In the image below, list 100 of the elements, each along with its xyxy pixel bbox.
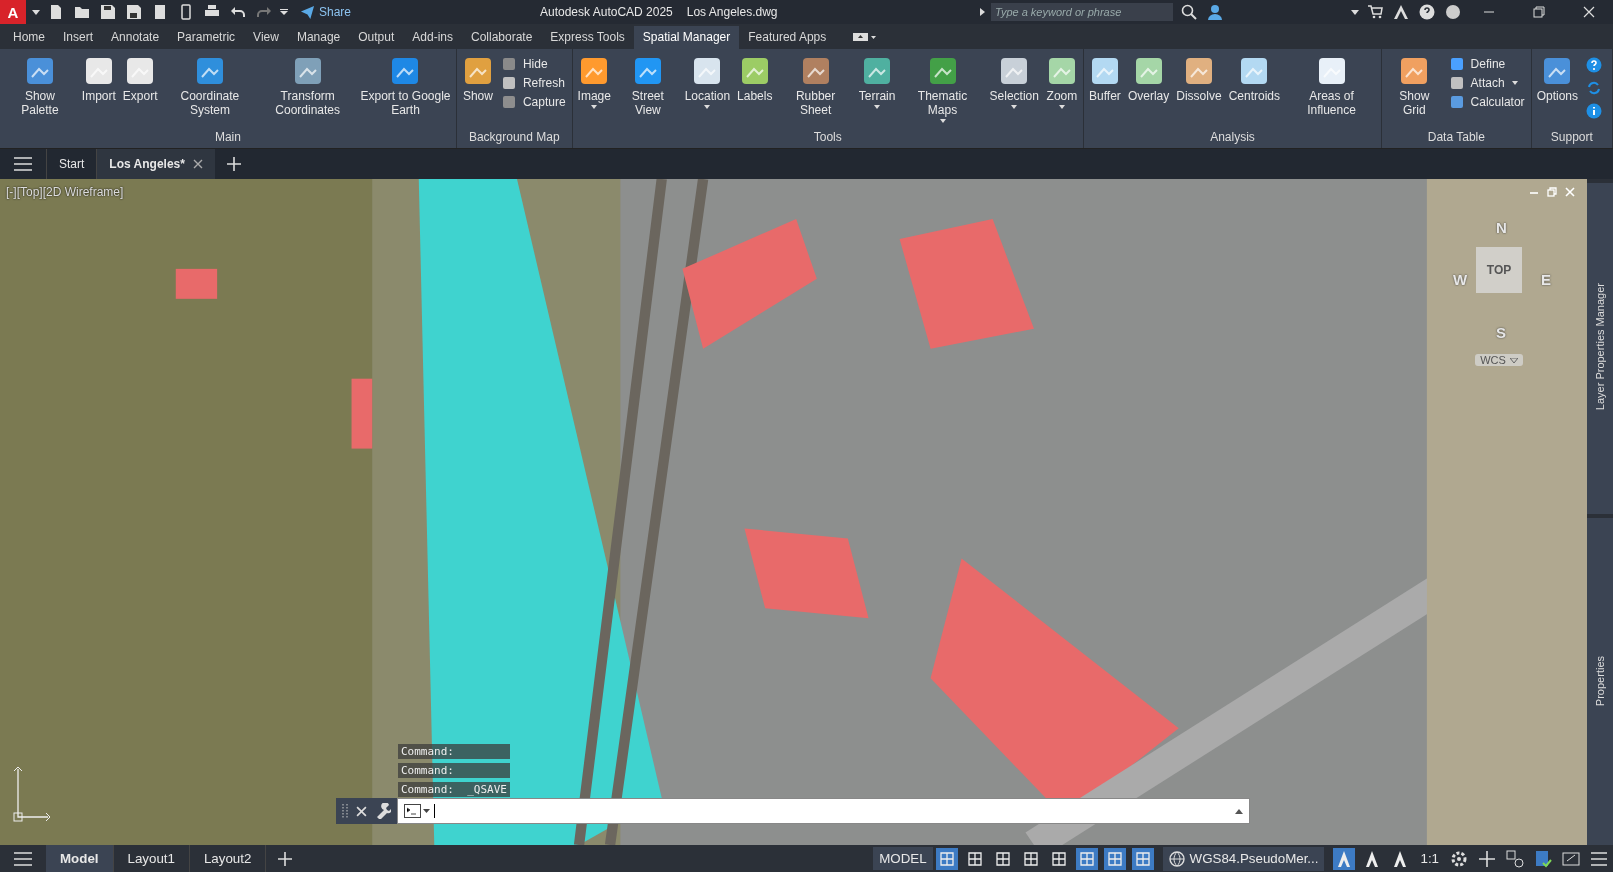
command-line-field[interactable] [397,798,1250,824]
search-icon[interactable] [1181,4,1197,20]
ribbon-button[interactable]: Overlay [1124,53,1173,105]
ribbon-button[interactable]: Image [574,53,614,111]
caret-icon[interactable] [1011,105,1018,109]
ribbon-button[interactable]: Zoom [1042,53,1081,111]
search-field[interactable]: Type a keyword or phrase [991,3,1173,21]
ribbon-button[interactable]: Transform Coordinates [259,53,357,119]
menu-icon[interactable] [14,851,32,866]
ribbon-button[interactable]: Import [78,53,119,105]
ribbon-button[interactable]: Export [119,53,161,105]
ribbon-tab[interactable]: Annotate [102,26,169,49]
user-icon[interactable] [1207,4,1223,20]
refresh-icon[interactable] [1586,80,1602,96]
annotation-scale-button[interactable]: 1:1 [1414,851,1445,866]
save-icon[interactable] [100,4,116,20]
expand-arrow-icon[interactable] [980,8,985,16]
plus-icon[interactable] [278,851,293,866]
file-tab[interactable]: Los Angeles* [96,149,215,179]
viewcube-face[interactable]: TOP [1476,247,1522,293]
globe-icon [1168,850,1185,867]
caret-icon[interactable] [280,9,288,15]
phone-icon[interactable] [178,4,194,20]
share-button[interactable]: Share [300,4,352,20]
caret-icon[interactable] [1351,9,1359,15]
ribbon-tab[interactable]: Add-ins [403,26,462,49]
ribbon-button[interactable]: Coordinate System [161,53,259,119]
ribbon-tab[interactable]: Collaborate [462,26,542,49]
caret-icon[interactable] [1511,81,1518,85]
caret-icon[interactable] [939,119,946,123]
ribbon-button[interactable]: Areas of Influence [1284,53,1380,119]
grip-icon[interactable] [342,803,348,819]
ribbon-tab[interactable]: Home [4,26,54,49]
ribbon-toggle-icon[interactable] [853,32,878,42]
caret-icon[interactable] [32,9,40,15]
shapes-icon[interactable] [1504,847,1526,870]
palette-tab[interactable]: Layer Properties Manager [1587,179,1613,510]
app-title: Autodesk AutoCAD 2025 [540,5,673,19]
plus-icon[interactable] [226,157,241,171]
caret-icon[interactable] [704,105,711,109]
ribbon-tab[interactable]: Output [349,26,404,49]
layout-tab[interactable]: Layout1 [113,845,190,872]
ribbon-button[interactable]: Options [1533,53,1581,105]
ribbon-button[interactable]: Centroids [1225,53,1283,105]
ribbon-button[interactable]: Labels [734,53,776,105]
menu-icon[interactable] [14,157,32,171]
ribbon-button[interactable]: Hide [501,57,566,71]
new-file-icon[interactable] [48,4,64,20]
ribbon-button[interactable]: Show Grid [1384,53,1445,119]
ribbon-button[interactable]: Show [458,53,497,105]
close-icon[interactable] [192,159,203,169]
ribbon-tab[interactable]: Express Tools [541,26,634,49]
ribbon-button[interactable]: Selection [986,53,1042,111]
ribbon-tab[interactable]: Featured Apps [739,26,836,49]
ribbon-button[interactable]: Attach [1449,76,1525,90]
ribbon-button[interactable]: Export to Google Earth [357,53,454,119]
ribbon-tab[interactable]: View [244,26,288,49]
layout-tab[interactable]: Model [46,845,114,872]
ribbon-button[interactable]: Location [681,53,734,111]
ribbon-button[interactable]: Terrain [855,53,899,111]
help-icon[interactable] [1586,57,1602,73]
redo-icon[interactable] [256,4,272,20]
cart-icon[interactable] [1367,4,1383,20]
ribbon-button[interactable]: Show Palette [2,53,78,119]
ribbon-button[interactable]: Refresh [501,76,566,90]
tool-icon [1449,57,1464,71]
ribbon-button[interactable]: Buffer [1085,53,1124,105]
ribbon-button[interactable]: Thematic Maps [899,53,986,125]
ribbon-tab[interactable]: Parametric [168,26,245,49]
model-space-button[interactable]: MODEL [873,847,933,870]
wrench-icon[interactable] [375,803,391,819]
document-icon[interactable] [152,4,168,20]
annotation-icon[interactable] [1333,847,1356,870]
layout-tab[interactable]: Layout2 [189,845,267,872]
caret-icon[interactable] [1058,105,1065,109]
history-arrow-icon[interactable] [1235,808,1243,814]
caret-icon[interactable] [874,105,881,109]
ribbon-tab[interactable]: Spatial Manager [633,26,740,49]
ribbon-button[interactable]: Define [1449,57,1525,71]
panel-title: Support [1549,129,1594,146]
save-as-icon[interactable] [126,4,142,20]
ribbon-button[interactable]: Calculator [1449,95,1525,109]
caret-icon[interactable] [591,105,598,109]
tool-icon [501,57,516,71]
restore-icon[interactable] [1533,6,1545,18]
grid-icon[interactable] [935,847,958,870]
folder-icon[interactable] [74,4,90,20]
ribbon-button[interactable]: Capture [501,95,566,109]
app-menu-button[interactable]: A [0,0,26,24]
ribbon-tab[interactable]: Manage [287,26,350,49]
ucs-dropdown[interactable]: WCS [1475,354,1523,366]
info-icon[interactable] [1586,103,1602,119]
command-prompt-icon[interactable] [404,804,430,818]
ribbon-button[interactable]: Street View [614,53,681,119]
ribbon-button[interactable]: Dissolve [1173,53,1225,105]
map-projection-button[interactable]: WGS84.PseudoMer... [1162,846,1325,871]
ribbon-button[interactable]: Rubber Sheet [776,53,855,119]
help-icon[interactable] [1419,4,1435,20]
ribbon-tab[interactable]: Insert [54,26,103,49]
triangle-logo-icon[interactable] [1393,4,1409,20]
